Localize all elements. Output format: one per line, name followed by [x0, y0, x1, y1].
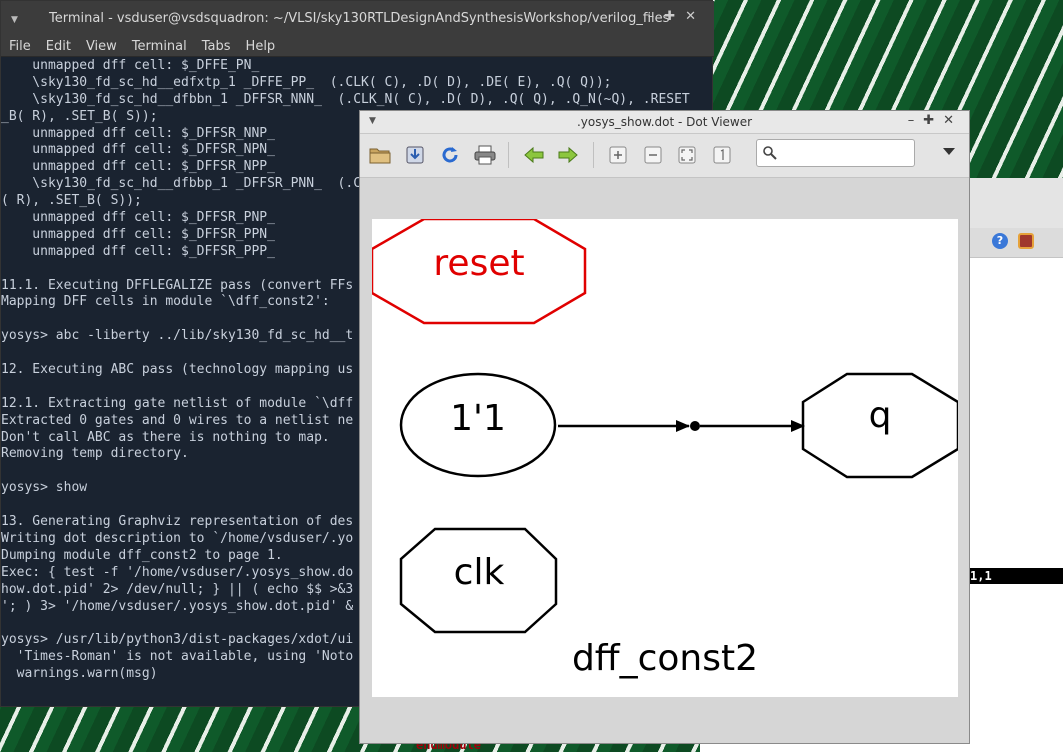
back-icon[interactable] — [521, 142, 547, 168]
menu-terminal[interactable]: Terminal — [124, 37, 194, 54]
menu-edit[interactable]: Edit — [38, 37, 78, 54]
dot-viewer-titlebar[interactable]: ▼ .yosys_show.dot - Dot Viewer –✚✕ — [360, 111, 969, 134]
forward-icon[interactable] — [555, 142, 581, 168]
terminal-title: Terminal - vsduser@vsdsquadron: ~/VLSI/s… — [49, 11, 670, 26]
zoom-out-icon[interactable] — [640, 142, 666, 168]
menu-help[interactable]: Help — [238, 37, 283, 54]
terminal-titlebar[interactable]: ▼ Terminal - vsduser@vsdsquadron: ~/VLSI… — [1, 1, 714, 35]
window-controls[interactable]: –✚✕ — [908, 113, 963, 128]
graph-svg: reset 1'1 q clk dff_const2 — [370, 217, 960, 679]
dot-viewer-toolbar — [360, 134, 969, 178]
menu-tabs[interactable]: Tabs — [194, 37, 238, 54]
menu-view[interactable]: View — [78, 37, 124, 54]
window-menu-icon[interactable]: ▼ — [11, 15, 18, 25]
zoom-100-icon[interactable] — [709, 142, 735, 168]
search-input[interactable] — [756, 139, 915, 167]
search-icon — [762, 145, 778, 165]
chevron-down-icon[interactable] — [943, 148, 955, 155]
constant-label: 1'1 — [450, 398, 506, 439]
window-controls[interactable]: –✚✕ — [648, 9, 706, 24]
terminal-line: unmapped dff cell: $_DFFE_PN_ — [1, 58, 260, 73]
dot-viewer-window[interactable]: ▼ .yosys_show.dot - Dot Viewer –✚✕ reset… — [359, 110, 970, 744]
terminal-line: \sky130_fd_sc_hd__dfbbn_1 _DFFSR_NNN_ (.… — [1, 91, 690, 107]
junction-dot — [690, 421, 700, 431]
refresh-icon[interactable] — [437, 142, 463, 168]
reset-port-label: reset — [433, 243, 524, 284]
zoom-fit-icon[interactable] — [674, 142, 700, 168]
q-port-label: q — [869, 395, 892, 436]
app-icon[interactable] — [1018, 233, 1034, 249]
clk-port-label: clk — [454, 552, 505, 593]
terminal-line: \sky130_fd_sc_hd__edfxtp_1 _DFFE_PP_ (.C… — [1, 74, 612, 90]
print-icon[interactable] — [472, 142, 498, 168]
graph-canvas[interactable]: reset 1'1 q clk dff_const2 — [370, 217, 960, 697]
dot-viewer-title: .yosys_show.dot - Dot Viewer — [576, 115, 753, 129]
save-icon[interactable] — [402, 142, 428, 168]
menu-file[interactable]: File — [1, 37, 38, 54]
folder-open-icon[interactable] — [367, 142, 393, 168]
zoom-in-icon[interactable] — [605, 142, 631, 168]
help-icon[interactable]: ? — [992, 233, 1008, 249]
terminal-menubar: File Edit View Terminal Tabs Help — [1, 35, 714, 57]
module-name-label: dff_const2 — [572, 638, 758, 679]
